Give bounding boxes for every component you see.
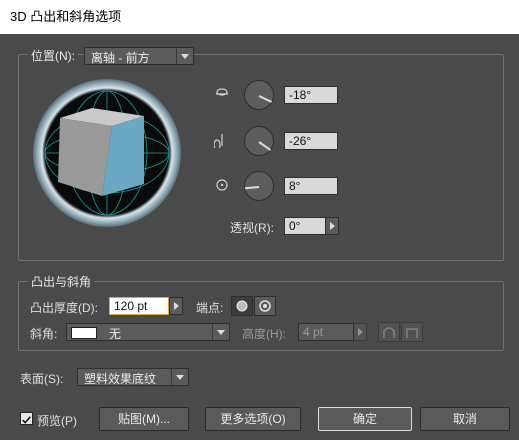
rotate-y-knob[interactable]	[244, 126, 274, 156]
knob-indicator	[244, 186, 260, 190]
map-button[interactable]: 贴图(M)...	[99, 407, 189, 431]
cap-off-button[interactable]	[254, 296, 276, 316]
preview-checkbox[interactable]	[20, 412, 33, 425]
extrude-bevel-label: 凸出与斜角	[28, 273, 95, 290]
knob-indicator	[258, 141, 272, 151]
bevel-out-icon	[383, 327, 395, 338]
position-preset-value: 离轴 - 前方	[91, 51, 150, 65]
cap-on-button[interactable]	[231, 296, 253, 316]
position-label: 位置(N):	[28, 47, 78, 64]
extrude-depth-input[interactable]: 120 pt	[109, 297, 169, 315]
rotate-x-axis-icon	[216, 88, 228, 96]
bevel-label: 斜角:	[30, 327, 58, 341]
ok-button[interactable]: 确定	[318, 407, 412, 431]
more-options-button[interactable]: 更多选项(O)	[205, 407, 301, 431]
bevel-height-input[interactable]: 4 pt	[298, 323, 354, 341]
perspective-slider-button[interactable]	[325, 217, 339, 235]
cap-off-icon	[259, 300, 271, 312]
surface-value: 塑料效果底纹	[84, 372, 157, 386]
perspective-input[interactable]: 0°	[284, 217, 326, 235]
extrude-depth-label: 凸出厚度(D):	[30, 301, 98, 315]
dialog-window: 3D 凸出和斜角选项 位置(N): 离轴 - 前方 -18° -26° 8° 透…	[0, 0, 519, 440]
preview-label[interactable]: 预览(P)	[37, 412, 77, 429]
chevron-down-icon	[176, 48, 193, 64]
knob-indicator	[258, 95, 273, 103]
rotate-y-input[interactable]: -26°	[284, 132, 338, 150]
rotate-x-input[interactable]: -18°	[284, 86, 338, 104]
rotate-y-axis-icon	[214, 134, 223, 148]
chevron-down-icon	[212, 324, 229, 340]
bevel-out-button[interactable]	[378, 322, 400, 342]
cap-on-icon	[236, 300, 248, 312]
perspective-label: 透视(R):	[230, 221, 274, 235]
bevel-height-slider-button[interactable]	[353, 323, 367, 341]
dialog-title: 3D 凸出和斜角选项	[0, 0, 519, 34]
cap-label: 端点:	[196, 301, 224, 315]
cancel-button[interactable]: 取消	[420, 407, 510, 431]
bevel-in-icon	[406, 328, 418, 338]
checkmark-icon	[22, 416, 31, 424]
extrude-depth-slider-button[interactable]	[169, 297, 183, 315]
bevel-value: 无	[109, 327, 122, 341]
bevel-dropdown[interactable]: 无	[66, 323, 230, 341]
rotate-z-knob[interactable]	[244, 171, 274, 201]
rotate-x-knob[interactable]	[244, 80, 274, 110]
rotate-z-input[interactable]: 8°	[284, 177, 338, 195]
bevel-height-label: 高度(H):	[242, 327, 286, 341]
surface-dropdown[interactable]: 塑料效果底纹	[77, 368, 189, 386]
bevel-swatch	[71, 327, 97, 339]
bevel-in-button[interactable]	[401, 322, 423, 342]
position-preset-dropdown[interactable]: 离轴 - 前方	[84, 47, 194, 65]
surface-label: 表面(S):	[20, 372, 64, 386]
3d-preview-trackball[interactable]	[32, 78, 182, 228]
chevron-down-icon	[171, 369, 188, 385]
rotate-z-axis-icon	[216, 179, 228, 191]
